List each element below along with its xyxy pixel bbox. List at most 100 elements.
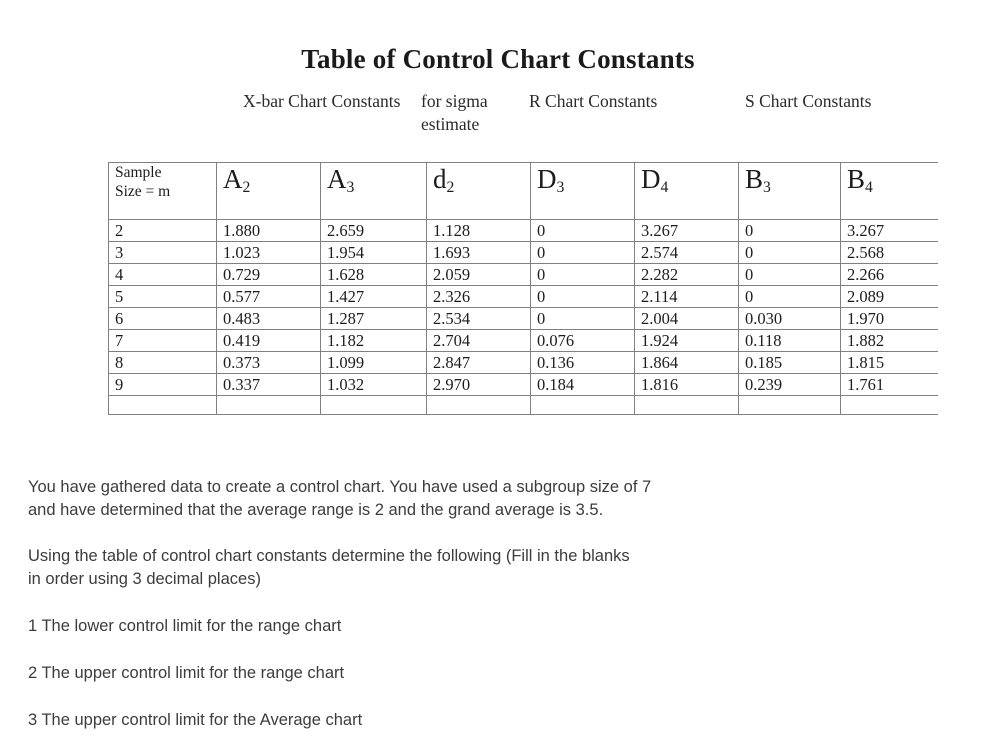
question-item-2: 2 The upper control limit for the range …	[28, 664, 345, 682]
table-row-clipped	[108, 395, 938, 415]
cell-d4: 2.114	[634, 285, 739, 308]
symbol-subscript: 4	[865, 179, 873, 196]
table-row: 4 0.729 1.628 2.059 0 2.282 0 2.266	[108, 263, 938, 286]
cell-sample-size: 2	[108, 219, 217, 242]
table-row: 9 0.337 1.032 2.970 0.184 1.816 0.239 1.…	[108, 373, 938, 396]
cell-b4: 1.815	[840, 351, 938, 374]
problem-statement-block: You have gathered data to create a contr…	[28, 476, 858, 732]
page-title: Table of Control Chart Constants	[301, 44, 695, 75]
cell-d4: 2.004	[634, 307, 739, 330]
column-group-header-band: X-bar Chart Constants for sigma estimate…	[0, 90, 996, 146]
cell-sample-size: 4	[108, 263, 217, 286]
table-row: 2 1.880 2.659 1.128 0 3.267 0 3.267	[108, 219, 938, 242]
cell-a2: 0.483	[216, 307, 321, 330]
column-header-b4: B4	[840, 162, 938, 220]
symbol-subscript: 2	[446, 179, 455, 196]
cell-empty	[530, 395, 635, 415]
cell-a2: 0.373	[216, 351, 321, 374]
cell-a3: 1.099	[320, 351, 427, 374]
column-header-d4: D4	[634, 162, 739, 220]
question-item-1: 1 The lower control limit for the range …	[28, 617, 342, 635]
cell-d4: 2.574	[634, 241, 739, 264]
cell-sample-size: 7	[108, 329, 217, 352]
cell-empty	[426, 395, 531, 415]
cell-b3: 0	[738, 219, 841, 242]
cell-sample-size: 9	[108, 373, 217, 396]
symbol-base: d	[433, 164, 447, 194]
table-row: 3 1.023 1.954 1.693 0 2.574 0 2.568	[108, 241, 938, 264]
cell-d3: 0	[530, 307, 635, 330]
cell-d2: 2.847	[426, 351, 531, 374]
table-row: 7 0.419 1.182 2.704 0.076 1.924 0.118 1.…	[108, 329, 938, 352]
cell-b4: 2.266	[840, 263, 938, 286]
column-group-sigma-estimate: for sigma estimate	[421, 91, 488, 134]
cell-d3: 0	[530, 219, 635, 242]
instruction-line-1: Using the table of control chart constan…	[28, 547, 630, 565]
cell-d2: 1.128	[426, 219, 531, 242]
question-spacer	[28, 638, 858, 662]
symbol-base: A	[327, 164, 347, 194]
cell-d2: 2.326	[426, 285, 531, 308]
cell-empty	[634, 395, 739, 415]
cell-b4: 1.970	[840, 307, 938, 330]
question-item-3: 3 The upper control limit for the Averag…	[28, 711, 363, 729]
cell-b4: 2.568	[840, 241, 938, 264]
cell-a3: 1.954	[320, 241, 427, 264]
cell-d3: 0.184	[530, 373, 635, 396]
cell-d4: 3.267	[634, 219, 739, 242]
cell-d4: 1.864	[634, 351, 739, 374]
table-row: 5 0.577 1.427 2.326 0 2.114 0 2.089	[108, 285, 938, 308]
symbol-base: A	[223, 164, 243, 194]
cell-d4: 1.924	[634, 329, 739, 352]
cell-sample-size: 6	[108, 307, 217, 330]
control-chart-constants-table-container: Sample Size = m A2 A3 d2 D3 D4 B3 B4 2 1…	[108, 162, 938, 440]
symbol-base: D	[641, 164, 661, 194]
cell-a2: 1.880	[216, 219, 321, 242]
cell-a2: 0.577	[216, 285, 321, 308]
cell-d4: 2.282	[634, 263, 739, 286]
column-header-b3: B3	[738, 162, 841, 220]
table-header-row: Sample Size = m A2 A3 d2 D3 D4 B3 B4	[108, 162, 938, 220]
cell-b3: 0.239	[738, 373, 841, 396]
cell-d2: 1.693	[426, 241, 531, 264]
column-header-a2: A2	[216, 162, 321, 220]
cell-b4: 2.089	[840, 285, 938, 308]
cell-d3: 0	[530, 263, 635, 286]
symbol-subscript: 2	[242, 179, 251, 196]
cell-b3: 0	[738, 285, 841, 308]
column-group-s-chart-constants: S Chart Constants	[745, 91, 872, 111]
column-header-d2: d2	[426, 162, 531, 220]
cell-empty	[320, 395, 427, 415]
cell-a2: 0.729	[216, 263, 321, 286]
column-group-r-chart-constants: R Chart Constants	[529, 91, 658, 111]
cell-a3: 1.032	[320, 373, 427, 396]
cell-empty	[840, 395, 938, 415]
column-header-sample-size: Sample Size = m	[108, 162, 217, 220]
cell-a3: 1.287	[320, 307, 427, 330]
table-row: 6 0.483 1.287 2.534 0 2.004 0.030 1.970	[108, 307, 938, 330]
cell-sample-size: 5	[108, 285, 217, 308]
cell-a3: 1.427	[320, 285, 427, 308]
instruction-line-2: in order using 3 decimal places)	[28, 570, 261, 588]
cell-empty	[108, 395, 217, 415]
cell-d4: 1.816	[634, 373, 739, 396]
cell-b4: 1.882	[840, 329, 938, 352]
column-group-xbar-chart-constants: X-bar Chart Constants	[243, 91, 401, 111]
symbol-base: B	[847, 164, 866, 194]
cell-a3: 2.659	[320, 219, 427, 242]
cell-d2: 2.059	[426, 263, 531, 286]
question-spacer	[28, 591, 858, 615]
question-spacer	[28, 685, 858, 709]
cell-b3: 0	[738, 241, 841, 264]
table-body: 2 1.880 2.659 1.128 0 3.267 0 3.267 3 1.…	[108, 219, 938, 415]
symbol-subscript: 4	[660, 179, 669, 196]
table-row: 8 0.373 1.099 2.847 0.136 1.864 0.185 1.…	[108, 351, 938, 374]
cell-d3: 0	[530, 285, 635, 308]
intro-paragraph: You have gathered data to create a contr…	[28, 476, 858, 522]
column-header-d3: D3	[530, 162, 635, 220]
cell-b3: 0.030	[738, 307, 841, 330]
cell-b4: 3.267	[840, 219, 938, 242]
cell-b3: 0	[738, 263, 841, 286]
cell-b3: 0.185	[738, 351, 841, 374]
